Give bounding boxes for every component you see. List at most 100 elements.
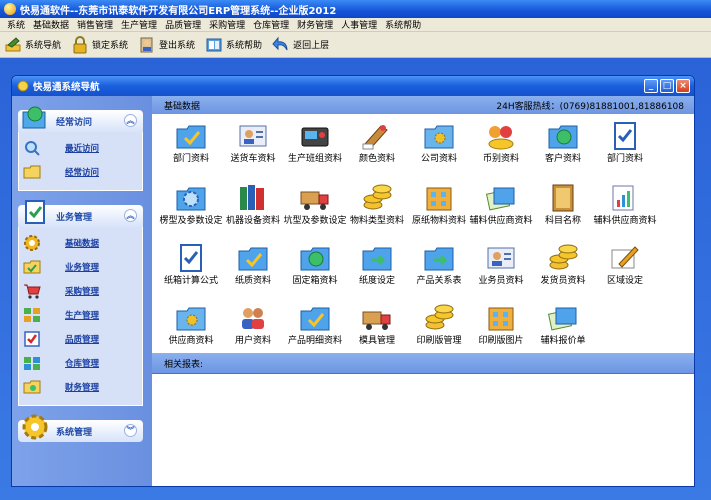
menu-sales[interactable]: 销售管理 [73, 18, 117, 31]
folder-arrow-icon [361, 242, 393, 274]
sidebar-item-frequent[interactable]: 经常访问 [19, 160, 142, 184]
window-controls: _ □ × [644, 79, 690, 93]
module-item[interactable]: 产品明细资料 [282, 302, 348, 346]
module-item-label: 物料类型资料 [349, 216, 404, 226]
module-item[interactable]: 业务员资料 [468, 242, 534, 286]
coin-stack-icon [361, 182, 393, 214]
module-item[interactable]: 固定箱资料 [282, 242, 348, 286]
module-item[interactable]: 辅料供应商资料 [592, 182, 658, 226]
section-header-frequent[interactable]: 经常访问 ︽ [18, 106, 143, 132]
app-title: 快易通软件--东莞市讯泰软件开发有限公司ERP管理系统--企业版2012 [20, 5, 337, 17]
folder-check-icon [237, 242, 269, 274]
sidebar-item-purchase[interactable]: 采购管理 [19, 279, 142, 303]
module-item[interactable]: 印刷版管理 [406, 302, 472, 346]
module-item[interactable]: 生产班组资料 [282, 120, 348, 164]
menu-purchase[interactable]: 采购管理 [205, 18, 249, 31]
module-item[interactable]: 坑型及参数设定 [282, 182, 348, 226]
module-item[interactable]: 模具管理 [344, 302, 410, 346]
sidebar-item-quality[interactable]: 品质管理 [19, 327, 142, 351]
module-item[interactable]: 辅料供应商资料 [468, 182, 534, 226]
nav-window-body: 经常访问 ︽ 最近访问 经常访问 业务管理 ︽ 基础数据 业务管理 采购管理 生… [12, 96, 694, 486]
back-arrow-icon [272, 36, 290, 54]
section-title: 经常访问 [56, 117, 93, 128]
module-item[interactable]: 供应商资料 [158, 302, 224, 346]
globe-folder-icon [547, 120, 579, 152]
sidebar-item-finance[interactable]: 财务管理 [19, 375, 142, 399]
warehouse-icon [23, 354, 41, 372]
cards-icon [485, 182, 517, 214]
module-item[interactable]: 送货车资料 [220, 120, 286, 164]
folder-gear-icon [175, 302, 207, 334]
module-item[interactable]: 发货员资料 [530, 242, 596, 286]
help-button[interactable]: 系统帮助 [205, 36, 262, 54]
maximize-button[interactable]: □ [660, 79, 674, 93]
cart-icon [23, 282, 41, 300]
module-item[interactable]: 纸质资料 [220, 242, 286, 286]
section-header-system[interactable]: 系统管理 ︾ [18, 414, 143, 442]
folder-gear-icon [423, 120, 455, 152]
back-button[interactable]: 返回上层 [272, 36, 329, 54]
section-header-business[interactable]: 业务管理 ︽ [18, 200, 143, 227]
module-item[interactable]: 物料类型资料 [344, 182, 410, 226]
module-item[interactable]: 产品关系表 [406, 242, 472, 286]
logout-button[interactable]: 登出系统 [138, 36, 195, 54]
close-button[interactable]: × [676, 79, 690, 93]
module-item[interactable]: 客户资料 [530, 120, 596, 164]
module-item[interactable]: 颜色资料 [344, 120, 410, 164]
folder-check-icon [299, 302, 331, 334]
module-item[interactable]: 原纸物料资料 [406, 182, 472, 226]
module-item[interactable]: 区域设定 [592, 242, 658, 286]
menu-basic-data[interactable]: 基础数据 [29, 18, 73, 31]
menu-quality[interactable]: 品质管理 [161, 18, 205, 31]
module-item-label: 颜色资料 [358, 154, 395, 164]
help-button-label: 系统帮助 [226, 41, 263, 51]
sidebar-section-system: 系统管理 ︾ [18, 414, 143, 442]
lock-icon [71, 35, 89, 54]
menu-warehouse[interactable]: 仓库管理 [249, 18, 293, 31]
sidebar-item-basic-data[interactable]: 基础数据 [19, 231, 142, 255]
module-item[interactable]: 部门资料 [158, 120, 224, 164]
module-item[interactable]: 币别资料 [468, 120, 534, 164]
module-item[interactable]: 辅料报价单 [530, 302, 596, 346]
module-item-label: 部门资料 [172, 154, 209, 164]
minimize-button[interactable]: _ [644, 79, 658, 93]
content-panel: 基础数据 24H客服热线：(0769)81881001,81886108 部门资… [152, 96, 694, 486]
module-item[interactable]: 部门资料 [592, 120, 658, 164]
magnifier-icon [23, 139, 41, 157]
sidebar-item-business[interactable]: 业务管理 [19, 255, 142, 279]
sidebar-item-production[interactable]: 生产管理 [19, 303, 142, 327]
lock-button[interactable]: 锁定系统 [71, 35, 128, 54]
collapse-icon[interactable]: ︽ [124, 209, 137, 222]
module-item[interactable]: 科目名称 [530, 182, 596, 226]
menu-help[interactable]: 系统帮助 [381, 18, 425, 31]
module-item-label: 币别资料 [482, 154, 519, 164]
sidebar-item-label: 品质管理 [65, 335, 100, 345]
menu-production[interactable]: 生产管理 [117, 18, 161, 31]
module-item-label: 送货车资料 [230, 154, 276, 164]
collapse-icon[interactable]: ︽ [124, 114, 137, 127]
sidebar-item-warehouse[interactable]: 仓库管理 [19, 351, 142, 375]
module-item[interactable]: 楞型及参数设定 [158, 182, 224, 226]
related-reports-header: 相关报表: [152, 353, 694, 373]
checklist-icon [25, 200, 45, 224]
sidebar-item-recent[interactable]: 最近访问 [19, 136, 142, 160]
coin-stack-icon [547, 242, 579, 274]
menu-finance[interactable]: 财务管理 [293, 18, 337, 31]
menu-hr[interactable]: 人事管理 [337, 18, 381, 31]
sidebar-item-label: 经常访问 [65, 168, 100, 178]
menu-bar: 系统 基础数据 销售管理 生产管理 品质管理 采购管理 仓库管理 财务管理 人事… [0, 18, 711, 32]
nav-window: 快易通系统导航 _ □ × 经常访问 ︽ 最近访问 经常访问 业务管理 ︽ 基础… [11, 75, 695, 487]
content-header: 基础数据 24H客服热线：(0769)81881001,81886108 [152, 96, 694, 114]
module-item[interactable]: 印刷版图片 [468, 302, 534, 346]
module-item-label: 印刷版管理 [416, 336, 462, 346]
module-item[interactable]: 机器设备资料 [220, 182, 286, 226]
module-item[interactable]: 公司资料 [406, 120, 472, 164]
expand-icon[interactable]: ︾ [124, 424, 137, 437]
module-item-label: 产品明细资料 [287, 336, 342, 346]
module-item[interactable]: 纸箱计算公式 [158, 242, 224, 286]
module-item[interactable]: 纸度设定 [344, 242, 410, 286]
nav-button[interactable]: 系统导航 [4, 36, 61, 54]
module-item[interactable]: 用户资料 [220, 302, 286, 346]
person-card-icon [485, 242, 517, 274]
menu-system[interactable]: 系统 [3, 18, 29, 31]
